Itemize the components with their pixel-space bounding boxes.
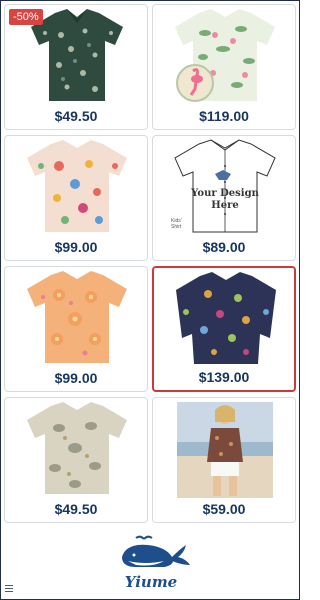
product-card-selected[interactable]: $139.00 bbox=[152, 266, 296, 392]
product-price: $99.00 bbox=[54, 239, 98, 255]
product-price: $139.00 bbox=[198, 369, 250, 385]
product-card[interactable]: $99.00 bbox=[4, 135, 148, 261]
product-price: $119.00 bbox=[199, 108, 249, 124]
kids-label-line2: Shirt bbox=[171, 224, 182, 230]
custom-design-shirt-outline-image: Your Design Here Kids' Shirt bbox=[171, 139, 276, 233]
product-price: $89.00 bbox=[202, 239, 246, 255]
product-card[interactable]: $49.50 bbox=[4, 397, 148, 523]
product-card[interactable]: $99.00 bbox=[4, 266, 148, 392]
ad-frame: -50% $49.50 $119.00 $99.00 Your Design H… bbox=[0, 0, 300, 600]
product-card[interactable]: -50% $49.50 bbox=[4, 4, 148, 130]
product-card[interactable]: $119.00 bbox=[152, 4, 296, 130]
orange-floral-shirt-image bbox=[27, 271, 127, 363]
menu-icon[interactable] bbox=[5, 585, 13, 593]
product-grid: -50% $49.50 $119.00 $99.00 Your Design H… bbox=[4, 4, 296, 526]
peach-floral-shirt-image bbox=[27, 140, 127, 232]
product-price: $59.00 bbox=[202, 501, 246, 517]
product-price: $99.00 bbox=[54, 370, 98, 386]
product-card[interactable]: $59.00 bbox=[152, 397, 296, 523]
whale-logo-icon bbox=[122, 535, 190, 567]
flamingo-pattern-shirt-image bbox=[175, 9, 275, 102]
beige-shell-pattern-shirt-image bbox=[27, 402, 127, 494]
woman-beach-shirt-photo-image bbox=[177, 402, 273, 498]
brand-name: Yiume bbox=[124, 573, 178, 591]
design-text-line1: Your Design bbox=[190, 188, 259, 199]
navy-botanical-shirt-image bbox=[176, 272, 276, 364]
brand-logo[interactable]: Yiume bbox=[106, 535, 196, 591]
discount-badge: -50% bbox=[9, 9, 43, 25]
product-price: $49.50 bbox=[54, 108, 98, 124]
product-card[interactable]: Your Design Here Kids' Shirt $89.00 bbox=[152, 135, 296, 261]
design-text-line2: Here bbox=[211, 200, 238, 211]
product-price: $49.50 bbox=[54, 501, 98, 517]
